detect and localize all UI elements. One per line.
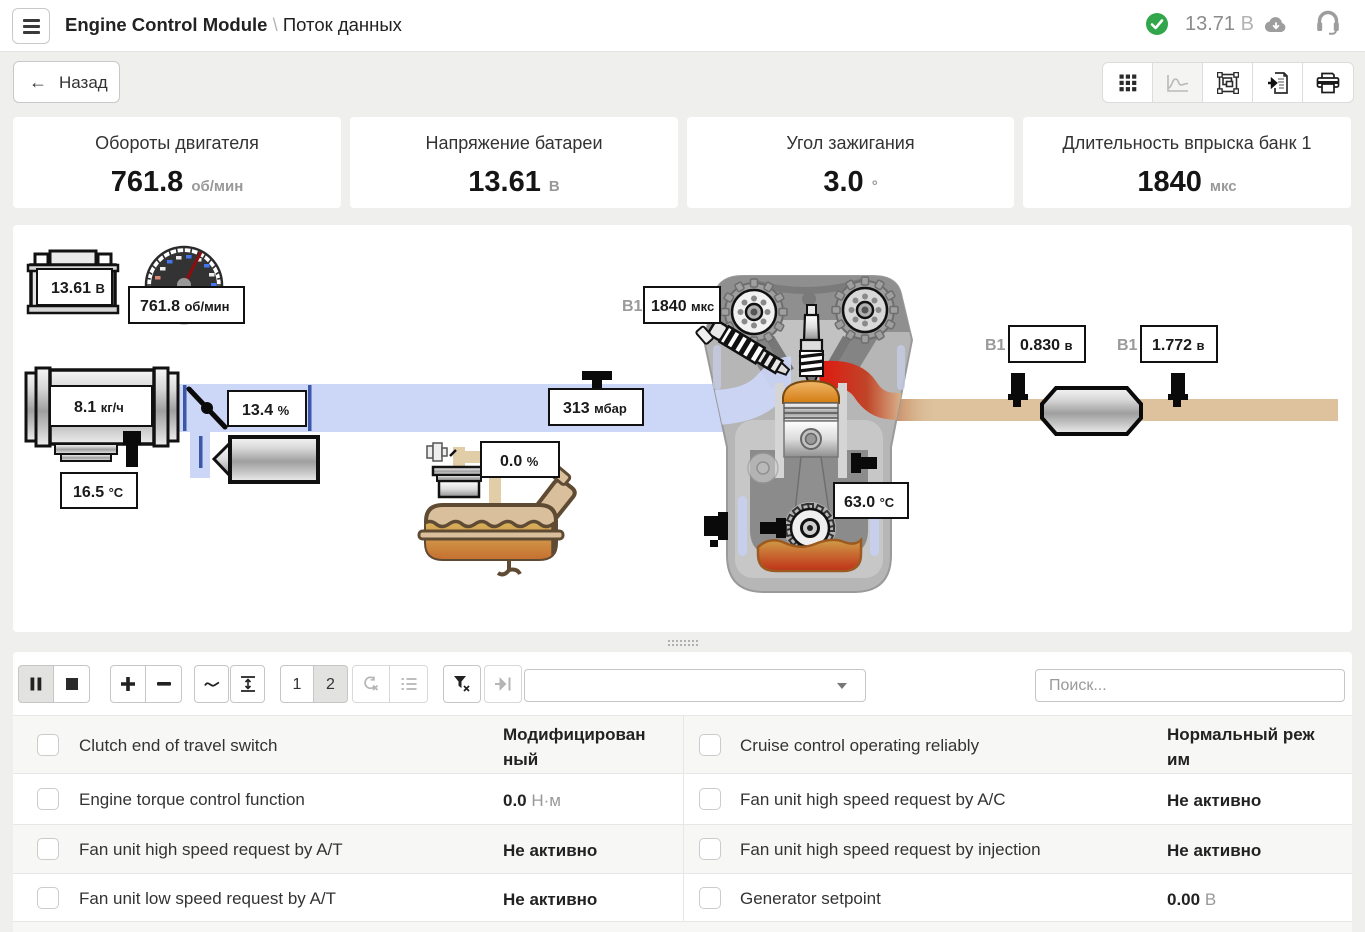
svg-text:B1: B1 <box>985 337 1006 354</box>
svg-text:8.1 кг/ч: 8.1 кг/ч <box>74 399 124 416</box>
svg-text:313 мбар: 313 мбар <box>563 400 627 417</box>
svg-text:1840 мкс: 1840 мкс <box>651 298 714 315</box>
svg-text:B1: B1 <box>622 298 643 315</box>
svg-text:16.5 °С: 16.5 °С <box>73 484 124 501</box>
svg-text:13.4 %: 13.4 % <box>242 402 290 419</box>
svg-text:63.0 °С: 63.0 °С <box>844 494 895 511</box>
svg-text:0.830 в: 0.830 в <box>1020 337 1072 354</box>
svg-text:B1: B1 <box>1117 337 1138 354</box>
svg-text:13.61 В: 13.61 В <box>51 280 105 297</box>
svg-text:0.0 %: 0.0 % <box>500 453 539 470</box>
svg-text:761.8 об/мин: 761.8 об/мин <box>140 298 230 315</box>
svg-text:1.772 в: 1.772 в <box>1152 337 1204 354</box>
